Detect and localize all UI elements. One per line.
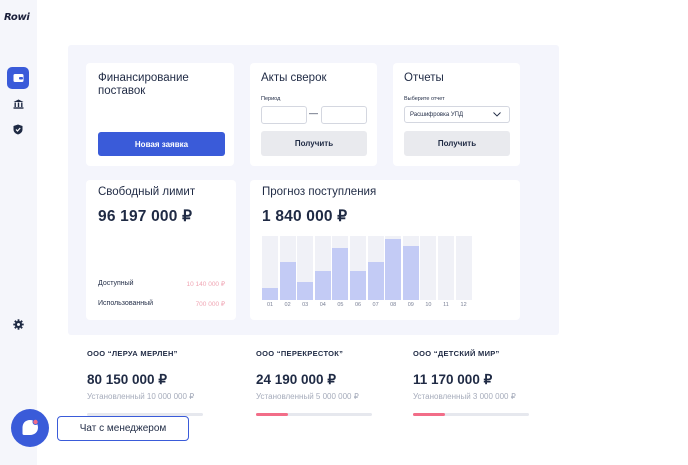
reconciliation-get-button[interactable]: Получить bbox=[261, 131, 367, 156]
chart-bar[interactable] bbox=[350, 271, 366, 300]
period-from-input[interactable] bbox=[261, 106, 307, 124]
company-limit: Установленный 3 000 000 ₽ bbox=[413, 392, 516, 401]
sidebar: Rowi bbox=[0, 0, 37, 465]
bank-icon bbox=[13, 99, 23, 109]
chart-x-tick: 03 bbox=[302, 302, 309, 308]
chart-bar[interactable] bbox=[385, 239, 402, 300]
company-limit-bar bbox=[413, 413, 529, 416]
company-limit-bar-fill bbox=[413, 413, 446, 416]
chart-bar[interactable] bbox=[279, 261, 296, 300]
chart-x-tick: 04 bbox=[319, 302, 326, 308]
used-value: 700 000 ₽ bbox=[195, 301, 225, 308]
company-limit: Установленный 5 000 000 ₽ bbox=[256, 392, 359, 401]
logo[interactable]: Rowi bbox=[4, 12, 30, 23]
period-dash: — bbox=[309, 108, 318, 118]
period-to-input[interactable] bbox=[321, 106, 367, 124]
reports-get-button[interactable]: Получить bbox=[404, 131, 510, 156]
company-limit: Установленный 10 000 000 ₽ bbox=[87, 392, 195, 401]
chart-bar[interactable] bbox=[367, 261, 384, 300]
chart-bar[interactable] bbox=[332, 247, 349, 300]
forecast-chart bbox=[262, 236, 474, 300]
limit-card bbox=[86, 180, 236, 320]
chart-x-tick: 09 bbox=[407, 302, 414, 308]
new-request-button[interactable]: Новая заявка bbox=[98, 132, 225, 156]
chart-x-tick: 05 bbox=[337, 302, 344, 308]
limit-amount: 96 197 000 ₽ bbox=[98, 208, 193, 225]
sidebar-item-security[interactable] bbox=[7, 118, 29, 140]
sidebar-item-bank[interactable] bbox=[7, 93, 29, 115]
chart-bar[interactable] bbox=[314, 271, 331, 300]
chat-with-manager-button[interactable]: Чат с менеджером bbox=[57, 416, 189, 441]
chart-x-tick: 08 bbox=[390, 302, 397, 308]
chart-x-tick: 12 bbox=[460, 302, 467, 308]
report-select-label: Выберите отчет bbox=[404, 96, 445, 102]
chart-bar[interactable] bbox=[402, 245, 419, 300]
chart-x-tick: 06 bbox=[354, 302, 362, 308]
company-limit-bar-fill bbox=[256, 413, 289, 416]
period-label: Период bbox=[261, 96, 281, 102]
sidebar-item-wallet[interactable] bbox=[7, 67, 29, 89]
company-name: ООО “ПЕРЕКРЕСТОК” bbox=[256, 349, 344, 358]
report-select[interactable]: Расшифровка УПД bbox=[404, 106, 510, 123]
chart-x-tick: 10 bbox=[425, 302, 432, 308]
chart-bar[interactable] bbox=[262, 288, 278, 300]
forecast-title: Прогноз поступления bbox=[262, 186, 377, 198]
chart-x-tick: 02 bbox=[284, 302, 291, 308]
chart-x-tick: 07 bbox=[372, 302, 379, 308]
chart-column-bg bbox=[420, 236, 437, 300]
available-label: Доступный bbox=[98, 280, 134, 287]
gear-icon bbox=[12, 318, 24, 330]
chat-button[interactable] bbox=[11, 409, 49, 447]
company-limit-bar bbox=[256, 413, 372, 416]
forecast-amount: 1 840 000 ₽ bbox=[262, 208, 348, 225]
sidebar-item-settings[interactable] bbox=[7, 313, 29, 335]
report-select-value: Расшифровка УПД bbox=[410, 111, 464, 118]
wallet-icon bbox=[13, 74, 23, 82]
limit-title: Свободный лимит bbox=[98, 186, 196, 198]
chart-column-bg bbox=[438, 236, 454, 300]
available-value: 10 140 000 ₽ bbox=[186, 281, 225, 288]
chat-bubble-icon bbox=[22, 419, 39, 435]
chart-bar[interactable] bbox=[297, 282, 314, 300]
company-name: ООО “ЛЕРУА МЕРЛЕН” bbox=[87, 349, 178, 358]
company-amount: 24 190 000 ₽ bbox=[256, 372, 336, 387]
company-amount: 11 170 000 ₽ bbox=[413, 372, 493, 387]
chart-column-bg bbox=[455, 236, 472, 300]
company-amount: 80 150 000 ₽ bbox=[87, 372, 167, 387]
chevron-down-icon bbox=[493, 112, 501, 117]
reports-title: Отчеты bbox=[404, 72, 444, 84]
chart-x-tick: 11 bbox=[443, 302, 449, 308]
reconciliation-title: Акты сверок bbox=[261, 72, 327, 84]
chart-x-tick: 01 bbox=[266, 302, 274, 308]
shield-check-icon bbox=[13, 124, 23, 134]
financing-title: Финансирование поставок bbox=[98, 72, 189, 97]
company-name: ООО “ДЕТСКИЙ МИР” bbox=[413, 349, 500, 358]
used-label: Использованный bbox=[98, 300, 154, 307]
